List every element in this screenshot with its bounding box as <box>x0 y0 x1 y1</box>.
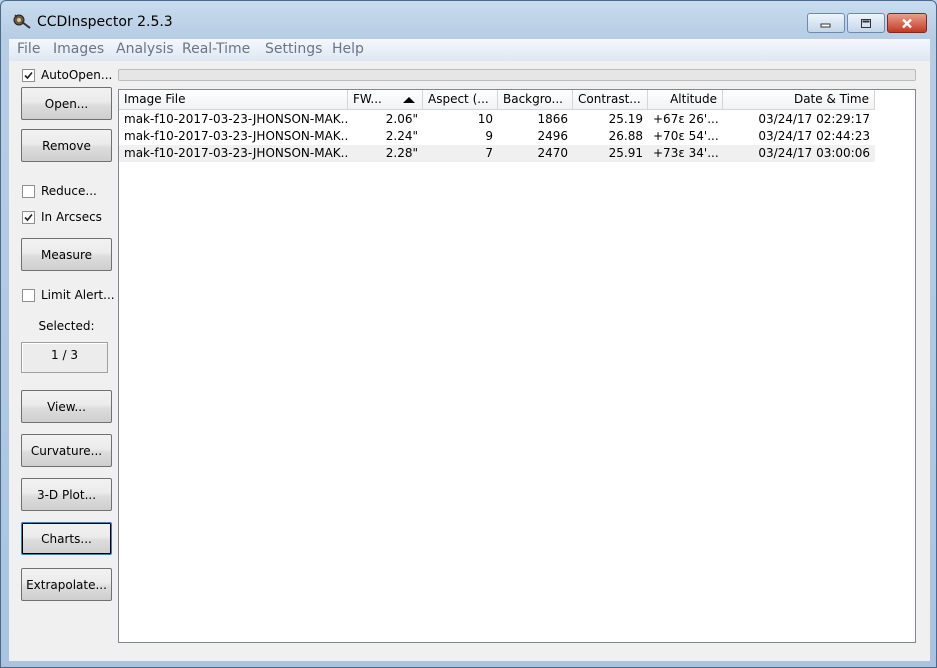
title-bar[interactable]: CCDInspector 2.5.3 <box>1 1 936 39</box>
column-date-time[interactable]: Date & Time <box>723 90 875 110</box>
remove-button[interactable]: Remove <box>21 129 112 162</box>
column-altitude[interactable]: Altitude <box>648 90 723 110</box>
menu-help[interactable]: Help <box>332 41 364 57</box>
curvature-button[interactable]: Curvature... <box>21 434 112 467</box>
column-aspect[interactable]: Aspect (... <box>423 90 498 110</box>
list-header: Image File FW... Aspect (... Backgro... … <box>119 90 875 110</box>
window-title: CCDInspector 2.5.3 <box>37 14 173 30</box>
table-row[interactable]: mak-f10-2017-03-23-JHONSON-MAK... 2.06" … <box>119 111 875 128</box>
progress-bar <box>118 69 916 81</box>
table-row[interactable]: mak-f10-2017-03-23-JHONSON-MAK... 2.28" … <box>119 145 875 162</box>
menu-analysis[interactable]: Analysis <box>116 41 174 57</box>
cell-fwhm: 2.28" <box>385 146 418 160</box>
menu-file[interactable]: File <box>17 41 40 57</box>
close-button[interactable] <box>887 13 927 33</box>
cell-aspect: 7 <box>485 146 493 160</box>
cell-fwhm: 2.24" <box>385 129 418 143</box>
app-window: CCDInspector 2.5.3 File Images Analysis … <box>0 0 937 668</box>
arcsecs-label: In Arcsecs <box>41 210 102 224</box>
charts-button[interactable]: Charts... <box>21 522 112 555</box>
measure-button[interactable]: Measure <box>21 238 112 271</box>
cell-aspect: 10 <box>477 112 493 126</box>
table-row[interactable]: mak-f10-2017-03-23-JHONSON-MAK... 2.24" … <box>119 128 875 145</box>
checkmark-icon <box>24 71 33 79</box>
cell-image-file: mak-f10-2017-03-23-JHONSON-MAK... <box>124 146 348 160</box>
limit-alert-checkbox-row[interactable]: Limit Alert... <box>22 287 115 303</box>
close-icon <box>888 14 926 32</box>
autoopen-label: AutoOpen... <box>41 68 113 82</box>
cell-date-time: 03/24/17 03:00:06 <box>758 146 870 160</box>
minimize-button[interactable] <box>807 13 845 33</box>
reduce-checkbox-row[interactable]: Reduce... <box>22 183 97 199</box>
checkmark-icon <box>24 213 33 221</box>
reduce-checkbox[interactable] <box>22 184 35 198</box>
cell-altitude: +67ε 26'... <box>653 112 719 126</box>
cell-background: 1866 <box>537 112 568 126</box>
cell-contrast: 25.19 <box>608 112 643 126</box>
cell-contrast: 25.91 <box>608 146 643 160</box>
3d-plot-button[interactable]: 3-D Plot... <box>21 478 112 511</box>
autoopen-checkbox-row[interactable]: AutoOpen... <box>22 67 112 83</box>
maximize-button[interactable] <box>847 13 885 33</box>
image-list[interactable]: Image File FW... Aspect (... Backgro... … <box>118 89 916 643</box>
selected-label: Selected: <box>38 319 95 333</box>
extrapolate-button[interactable]: Extrapolate... <box>21 568 112 601</box>
cell-altitude: +70ε 54'... <box>653 129 719 143</box>
cell-date-time: 03/24/17 02:29:17 <box>758 112 870 126</box>
cell-image-file: mak-f10-2017-03-23-JHONSON-MAK... <box>124 112 348 126</box>
cell-image-file: mak-f10-2017-03-23-JHONSON-MAK... <box>124 129 348 143</box>
column-fwhm-label: FW... <box>353 92 382 106</box>
cell-background: 2496 <box>537 129 568 143</box>
cell-altitude: +73ε 34'... <box>653 146 719 160</box>
minimize-icon <box>808 14 844 32</box>
menu-settings[interactable]: Settings <box>265 41 322 57</box>
column-image-file[interactable]: Image File <box>119 90 348 110</box>
arcsecs-checkbox-row[interactable]: In Arcsecs <box>22 209 102 225</box>
arcsecs-checkbox[interactable] <box>22 210 35 224</box>
autoopen-checkbox[interactable] <box>22 68 35 82</box>
cell-aspect: 9 <box>485 129 493 143</box>
menu-real-time[interactable]: Real-Time <box>182 41 250 57</box>
cell-contrast: 26.88 <box>608 129 643 143</box>
list-rows: mak-f10-2017-03-23-JHONSON-MAK... 2.06" … <box>119 111 875 162</box>
cell-fwhm: 2.06" <box>385 112 418 126</box>
limit-alert-label: Limit Alert... <box>41 288 115 302</box>
selected-count: 1 / 3 <box>21 342 108 373</box>
maximize-icon <box>848 14 884 32</box>
reduce-label: Reduce... <box>41 184 97 198</box>
limit-alert-checkbox[interactable] <box>22 288 35 302</box>
view-button[interactable]: View... <box>21 390 112 423</box>
sort-ascending-icon <box>403 97 415 103</box>
menu-bar: File Images Analysis Real-Time Settings … <box>9 39 930 61</box>
column-background[interactable]: Backgro... <box>498 90 573 110</box>
menu-images[interactable]: Images <box>53 41 104 57</box>
main-panel: AutoOpen... Open... Remove Reduce... In … <box>9 61 930 661</box>
cell-date-time: 03/24/17 02:44:23 <box>758 129 870 143</box>
cell-background: 2470 <box>537 146 568 160</box>
open-button[interactable]: Open... <box>21 87 112 120</box>
telescope-app-icon <box>13 13 31 29</box>
column-fwhm[interactable]: FW... <box>348 90 423 110</box>
column-contrast[interactable]: Contrast... <box>573 90 648 110</box>
